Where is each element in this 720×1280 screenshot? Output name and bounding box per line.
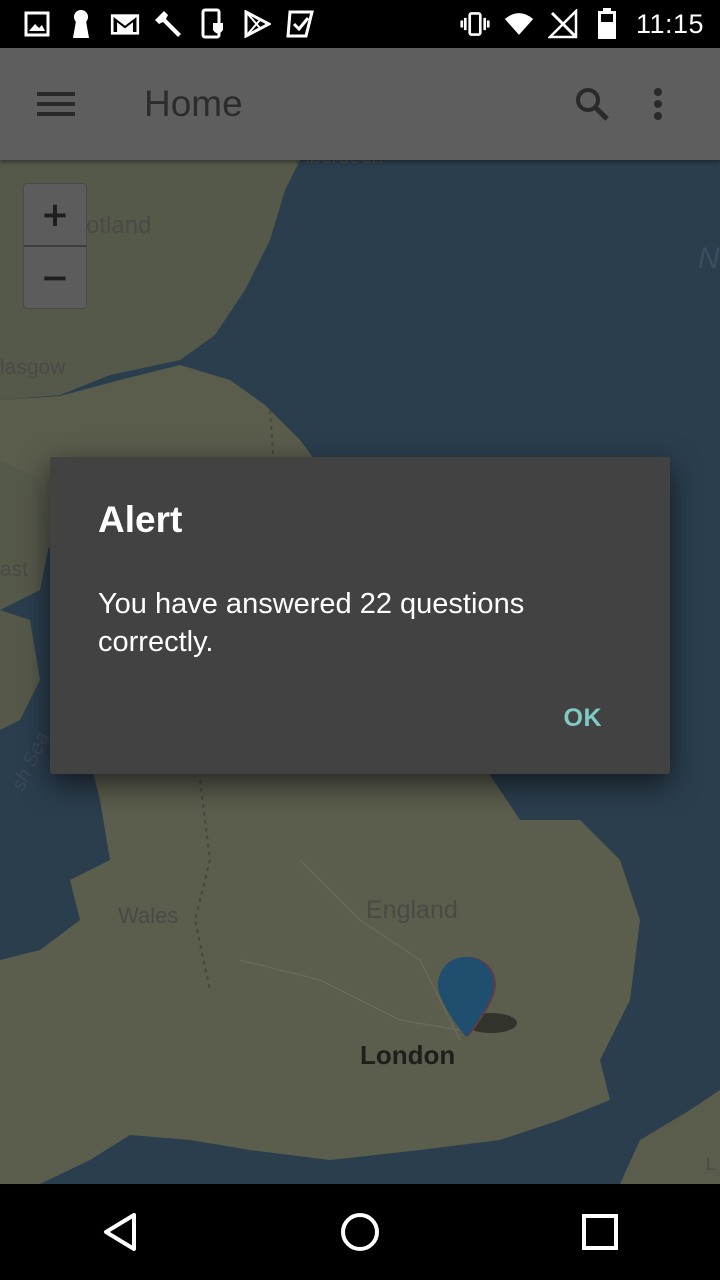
app-bar: Home	[0, 48, 720, 160]
more-vert-icon[interactable]	[636, 82, 680, 126]
status-notifications	[0, 8, 316, 39]
check-flag-icon	[286, 9, 316, 39]
wrench-icon	[154, 9, 184, 39]
image-icon	[22, 9, 52, 39]
no-signal-icon	[547, 9, 578, 39]
recents-icon[interactable]	[560, 1192, 640, 1272]
back-icon[interactable]	[80, 1192, 160, 1272]
navigation-bar	[0, 1184, 720, 1280]
status-time: 11:15	[635, 8, 704, 39]
dialog-title: Alert	[98, 499, 183, 540]
battery-icon	[592, 8, 622, 39]
phone-shield-icon	[198, 8, 228, 39]
ok-button[interactable]: OK	[552, 700, 615, 737]
page-title: Home	[144, 83, 243, 124]
wifi-icon	[504, 9, 534, 39]
alert-dialog: Alert You have answered 22 questions cor…	[50, 457, 670, 774]
home-icon[interactable]	[320, 1192, 400, 1272]
vibrate-icon	[460, 9, 490, 39]
status-system: 11:15	[460, 8, 720, 40]
search-icon[interactable]	[570, 82, 614, 126]
keyhole-icon	[66, 9, 96, 39]
dialog-message: You have answered 22 questions correctly…	[98, 588, 525, 658]
play-store-icon	[242, 9, 272, 39]
status-bar: 11:15	[0, 0, 720, 48]
hamburger-menu-icon[interactable]	[28, 76, 84, 132]
screen: 11:15 Home otland lasgow ast sh Sea Wale…	[0, 0, 720, 1280]
gmail-icon	[110, 9, 140, 39]
app-bar-actions	[570, 82, 680, 126]
